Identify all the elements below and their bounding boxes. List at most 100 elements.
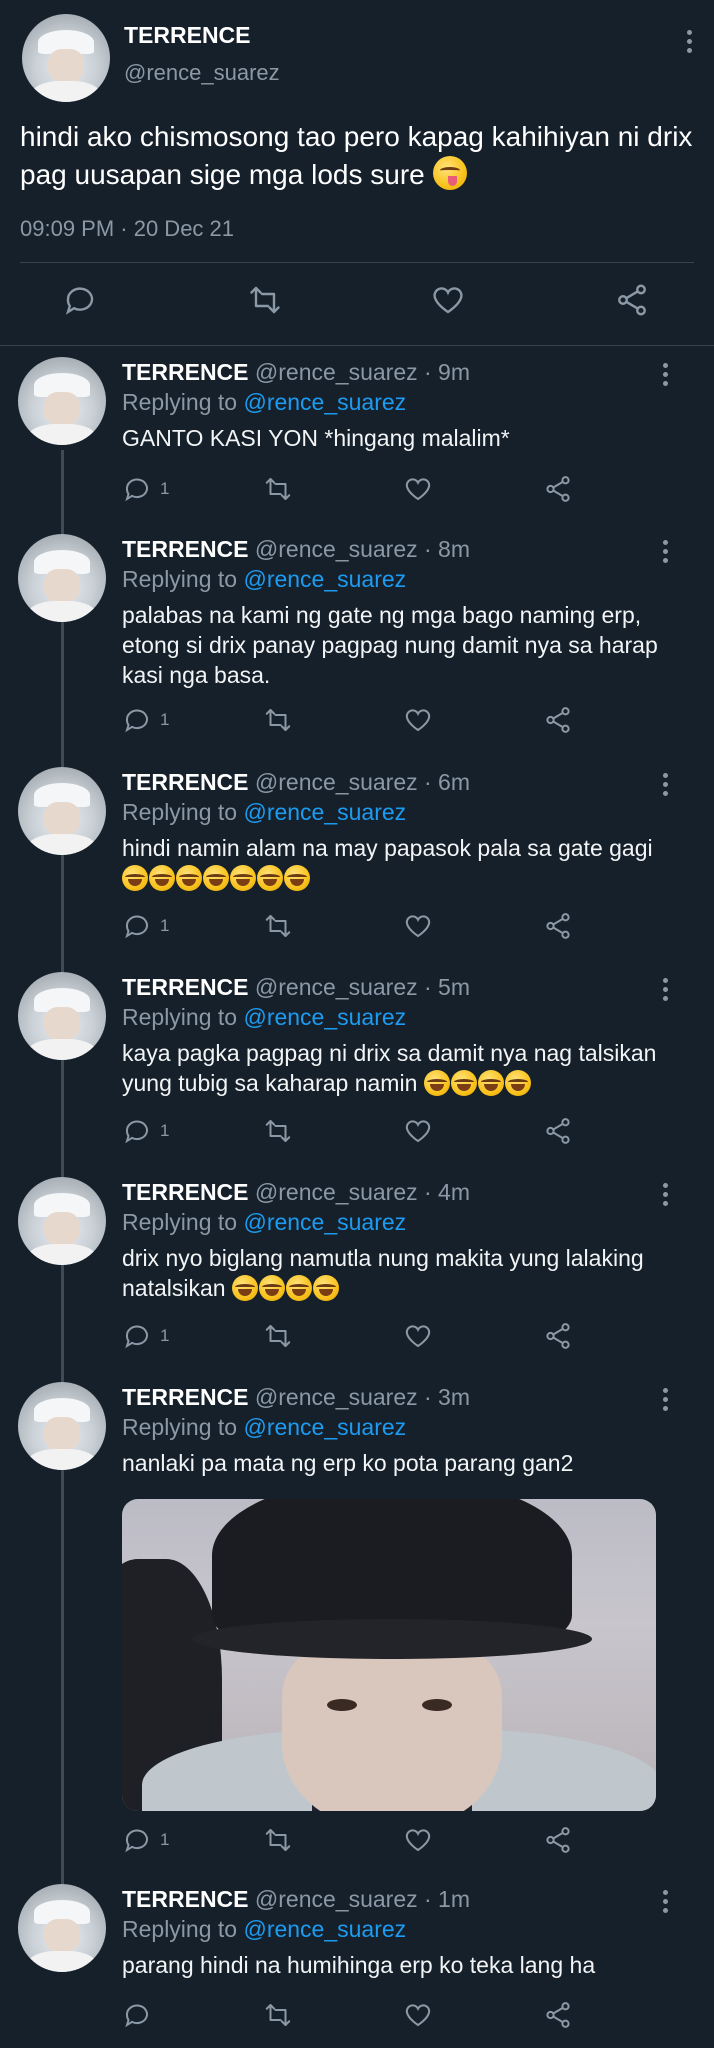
share-icon[interactable] — [543, 474, 573, 504]
share-icon[interactable] — [543, 1321, 573, 1351]
avatar[interactable] — [18, 534, 106, 622]
like-icon[interactable] — [403, 2000, 433, 2030]
reply-button[interactable]: 1 — [122, 911, 169, 941]
mention-link[interactable]: @rence_suarez — [243, 799, 406, 825]
more-options-icon[interactable] — [663, 540, 668, 563]
reply-actions — [0, 2000, 714, 2034]
more-options-icon[interactable] — [663, 1183, 668, 1206]
author-name[interactable]: TERRENCE — [124, 22, 251, 49]
reply-icon[interactable] — [62, 282, 98, 323]
replying-to: Replying to @rence_suarez — [122, 1004, 407, 1030]
mention-link[interactable]: @rence_suarez — [243, 1916, 406, 1942]
share-icon[interactable] — [543, 2000, 573, 2030]
more-options-icon[interactable] — [663, 773, 668, 796]
avatar[interactable] — [22, 14, 110, 102]
reply-tweet[interactable]: TERRENCE @rence_suarez · 9m Replying to … — [0, 357, 714, 517]
author-name[interactable]: TERRENCE — [122, 1179, 249, 1205]
laughing-emoji-icon — [203, 865, 229, 891]
like-icon[interactable] — [403, 1321, 433, 1351]
author-handle[interactable]: @rence_suarez — [124, 60, 280, 86]
author-name[interactable]: TERRENCE — [122, 359, 249, 385]
reply-text: parang hindi na humihinga erp ko teka la… — [122, 1952, 596, 1978]
reply-text: drix nyo biglang namutla nung makita yun… — [122, 1245, 644, 1301]
reply-text: palabas na kami ng gate ng mga bago nami… — [122, 602, 658, 688]
like-icon[interactable] — [403, 705, 433, 735]
retweet-icon[interactable] — [262, 705, 294, 735]
retweet-icon[interactable] — [262, 911, 294, 941]
laughing-emoji-icon — [231, 1275, 258, 1301]
avatar[interactable] — [18, 357, 106, 445]
reply-header: TERRENCE @rence_suarez · 3m — [122, 1384, 470, 1411]
avatar[interactable] — [18, 1177, 106, 1265]
author-meta: @rence_suarez · 9m — [254, 359, 471, 385]
retweet-icon[interactable] — [262, 1116, 294, 1146]
share-icon[interactable] — [543, 1116, 573, 1146]
share-icon[interactable] — [614, 282, 650, 323]
author-name[interactable]: TERRENCE — [122, 1886, 249, 1912]
laughing-emoji-icon — [284, 865, 310, 891]
laughing-emoji-icon — [230, 865, 256, 891]
attached-photo[interactable] — [122, 1499, 656, 1811]
mention-link[interactable]: @rence_suarez — [243, 1004, 406, 1030]
avatar[interactable] — [18, 1884, 106, 1972]
mention-link[interactable]: @rence_suarez — [243, 1414, 406, 1440]
retweet-icon[interactable] — [246, 282, 284, 323]
share-icon[interactable] — [543, 705, 573, 735]
avatar[interactable] — [18, 972, 106, 1060]
more-options-icon[interactable] — [663, 1388, 668, 1411]
avatar[interactable] — [18, 767, 106, 855]
reply-count: 1 — [160, 1830, 170, 1849]
reply-tweet[interactable]: TERRENCE @rence_suarez · 4m Replying to … — [0, 1177, 714, 1357]
mention-link[interactable]: @rence_suarez — [243, 566, 406, 592]
tweet-text: hindi ako chismosong tao pero kapag kahi… — [20, 121, 693, 190]
like-icon[interactable] — [403, 1825, 433, 1855]
reply-actions: 1 — [0, 911, 714, 945]
like-icon[interactable] — [403, 1116, 433, 1146]
laughing-emoji-icon — [312, 1275, 339, 1301]
avatar[interactable] — [18, 1382, 106, 1470]
reply-actions: 1 — [0, 1116, 714, 1150]
reply-button[interactable]: 1 — [122, 474, 169, 504]
share-icon[interactable] — [543, 911, 573, 941]
more-options-icon[interactable] — [687, 30, 692, 53]
reply-header: TERRENCE @rence_suarez · 5m — [122, 974, 470, 1001]
laughing-emoji-icon — [477, 1070, 504, 1096]
reply-tweet[interactable]: TERRENCE @rence_suarez · 3m Replying to … — [0, 1382, 714, 1862]
more-options-icon[interactable] — [663, 978, 668, 1001]
author-name[interactable]: TERRENCE — [122, 974, 249, 1000]
share-icon[interactable] — [543, 1825, 573, 1855]
reply-button[interactable]: 1 — [122, 1825, 169, 1855]
like-icon[interactable] — [403, 474, 433, 504]
author-name[interactable]: TERRENCE — [122, 769, 249, 795]
reply-button[interactable]: 1 — [122, 705, 169, 735]
mention-link[interactable]: @rence_suarez — [243, 1209, 406, 1235]
author-name[interactable]: TERRENCE — [122, 536, 249, 562]
reply-actions: 1 — [0, 474, 714, 508]
retweet-icon[interactable] — [262, 474, 294, 504]
laughing-emoji-icon — [450, 1070, 477, 1096]
replying-to: Replying to @rence_suarez — [122, 799, 407, 825]
laughing-emoji-icon — [149, 865, 175, 891]
author-meta: @rence_suarez · 3m — [254, 1384, 471, 1410]
reply-text: hindi namin alam na may papasok pala sa … — [122, 833, 682, 893]
reply-button[interactable]: 1 — [122, 1321, 169, 1351]
like-icon[interactable] — [430, 282, 466, 323]
author-name[interactable]: TERRENCE — [122, 1384, 249, 1410]
mention-link[interactable]: @rence_suarez — [243, 389, 406, 415]
more-options-icon[interactable] — [663, 1890, 668, 1913]
reply-tweet[interactable]: TERRENCE @rence_suarez · 6m Replying to … — [0, 767, 714, 947]
reply-button[interactable]: 1 — [122, 1116, 169, 1146]
laughing-emoji-icon — [285, 1275, 312, 1301]
reply-tweet[interactable]: TERRENCE @rence_suarez · 5m Replying to … — [0, 972, 714, 1152]
author-meta: @rence_suarez · 6m — [254, 769, 471, 795]
reply-count: 1 — [160, 1121, 170, 1140]
retweet-icon[interactable] — [262, 1321, 294, 1351]
tweet-timestamp[interactable]: 09:09 PM · 20 Dec 21 — [20, 216, 234, 242]
more-options-icon[interactable] — [663, 363, 668, 386]
like-icon[interactable] — [403, 911, 433, 941]
reply-tweet[interactable]: TERRENCE @rence_suarez · 1m Replying to … — [0, 1884, 714, 2044]
retweet-icon[interactable] — [262, 1825, 294, 1855]
reply-tweet[interactable]: TERRENCE @rence_suarez · 8m Replying to … — [0, 534, 714, 744]
reply-button[interactable] — [122, 2000, 160, 2030]
retweet-icon[interactable] — [262, 2000, 294, 2030]
